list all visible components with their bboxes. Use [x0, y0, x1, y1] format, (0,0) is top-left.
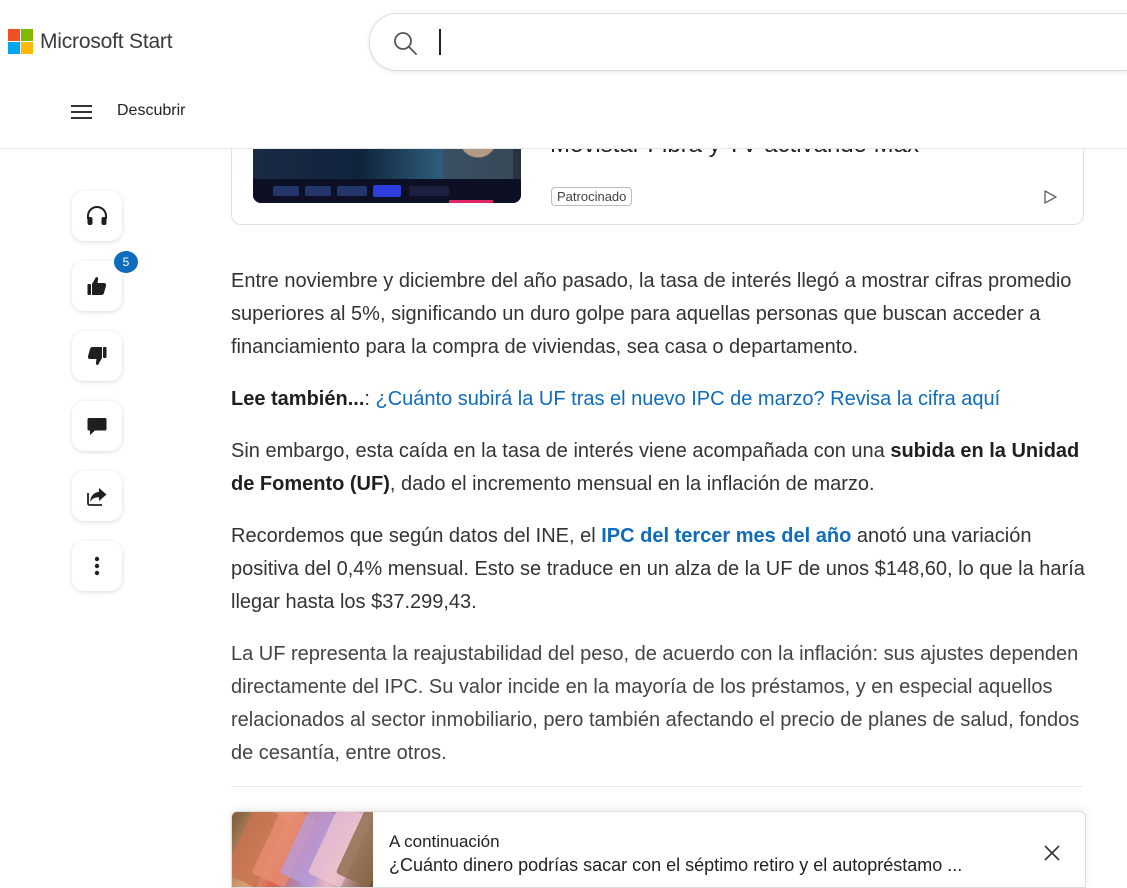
headphones-icon [87, 206, 107, 225]
read-also-link[interactable]: ¿Cuánto subirá la UF tras el nuevo IPC d… [376, 388, 1001, 410]
thumbs-down-icon [87, 347, 107, 365]
listen-button[interactable] [72, 191, 122, 241]
read-also-label: Lee también... [231, 388, 365, 410]
up-next-title[interactable]: ¿Cuánto dinero podrías sacar con el sépt… [389, 855, 962, 876]
microsoft-logo-icon [8, 29, 33, 54]
search-icon[interactable] [393, 31, 417, 55]
logo-text: Microsoft Start [40, 29, 173, 53]
close-icon[interactable] [1041, 842, 1063, 864]
share-icon [87, 488, 107, 506]
share-button[interactable] [72, 471, 122, 521]
nav-discover-link[interactable]: Descubrir [117, 102, 185, 120]
like-count-badge: 5 [112, 249, 140, 275]
top-header: Microsoft Start Descubrir [0, 0, 1127, 149]
comment-icon [87, 418, 107, 435]
more-icon [94, 556, 100, 576]
hamburger-menu-icon[interactable] [71, 104, 93, 122]
read-also-paragraph: Lee también...: ¿Cuánto subirá la UF tra… [231, 388, 1001, 410]
article-body: Entre noviembre y diciembre del año pasa… [231, 265, 1091, 789]
content-divider [231, 786, 1083, 787]
article-paragraph: La UF representa la reajustabilidad del … [231, 643, 1080, 764]
up-next-thumbnail [232, 812, 373, 887]
text-caret [439, 29, 441, 55]
article-paragraph: Sin embargo, esta caída en la tasa de in… [231, 440, 1080, 495]
search-input[interactable] [450, 26, 1054, 60]
dislike-button[interactable] [72, 331, 122, 381]
thumbs-up-icon [87, 277, 107, 295]
more-options-button[interactable] [72, 541, 122, 591]
comment-button[interactable] [72, 401, 122, 451]
up-next-bar[interactable]: A continuación ¿Cuánto dinero podrías sa… [231, 811, 1086, 888]
search-bar[interactable] [369, 13, 1127, 71]
ipc-link[interactable]: IPC del tercer mes del año [601, 525, 851, 547]
ad-choices-icon[interactable] [1042, 189, 1058, 205]
microsoft-start-logo[interactable]: Microsoft Start [8, 29, 173, 54]
up-next-label: A continuación [389, 832, 500, 851]
article-paragraph: Entre noviembre y diciembre del año pasa… [231, 270, 1072, 358]
sponsored-tag: Patrocinado [551, 187, 633, 206]
article-paragraph: Recordemos que según datos del INE, el I… [231, 525, 1085, 613]
